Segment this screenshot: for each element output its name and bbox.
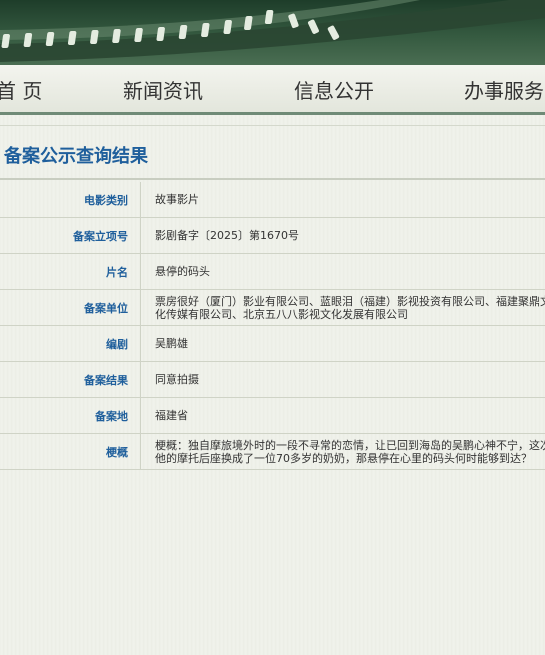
table-row: 备案立项号 影剧备字〔2025〕第1670号 [0,217,545,254]
row-label: 梗概 [0,433,141,470]
row-value: 吴鹏雄 [140,325,545,362]
record-table: 电影类别 故事影片 备案立项号 影剧备字〔2025〕第1670号 片名 悬停的码… [0,182,545,470]
row-value: 梗概：独自摩旅境外时的一段不寻常的恋情，让已回到海岛的吴鹏心神不宁，这次他的摩托… [140,433,545,470]
row-value: 福建省 [140,397,545,434]
table-row: 编剧 吴鹏雄 [0,325,545,362]
row-value: 同意拍摄 [140,361,545,398]
header-banner [0,0,545,65]
row-label: 电影类别 [0,182,141,218]
row-label: 备案单位 [0,289,141,326]
divider [0,178,545,180]
nav-item-home[interactable]: 首 页 [0,75,42,104]
row-label: 编剧 [0,325,141,362]
main-nav: 首 页 新闻资讯 信息公开 办事服务 [0,65,545,115]
row-label: 备案结果 [0,361,141,398]
row-value: 票房很好（厦门）影业有限公司、蓝眼泪（福建）影视投资有限公司、福建聚鼎文化传媒有… [140,289,545,326]
table-row: 梗概 梗概：独自摩旅境外时的一段不寻常的恋情，让已回到海岛的吴鹏心神不宁，这次他… [0,433,545,470]
row-label: 片名 [0,253,141,290]
table-row: 电影类别 故事影片 [0,182,545,218]
row-label: 备案立项号 [0,217,141,254]
table-row: 片名 悬停的码头 [0,253,545,290]
table-row: 备案结果 同意拍摄 [0,361,545,398]
divider [0,125,545,126]
nav-item-info-disclosure[interactable]: 信息公开 [294,75,374,104]
row-label: 备案地 [0,397,141,434]
row-value: 影剧备字〔2025〕第1670号 [140,217,545,254]
row-value: 故事影片 [140,182,545,218]
table-row: 备案地 福建省 [0,397,545,434]
film-strip-graphic [0,0,545,62]
page-title: 备案公示查询结果 [4,146,148,167]
nav-item-services[interactable]: 办事服务 [464,75,544,104]
row-value: 悬停的码头 [140,253,545,290]
table-row: 备案单位 票房很好（厦门）影业有限公司、蓝眼泪（福建）影视投资有限公司、福建聚鼎… [0,289,545,326]
nav-item-news[interactable]: 新闻资讯 [123,75,203,104]
